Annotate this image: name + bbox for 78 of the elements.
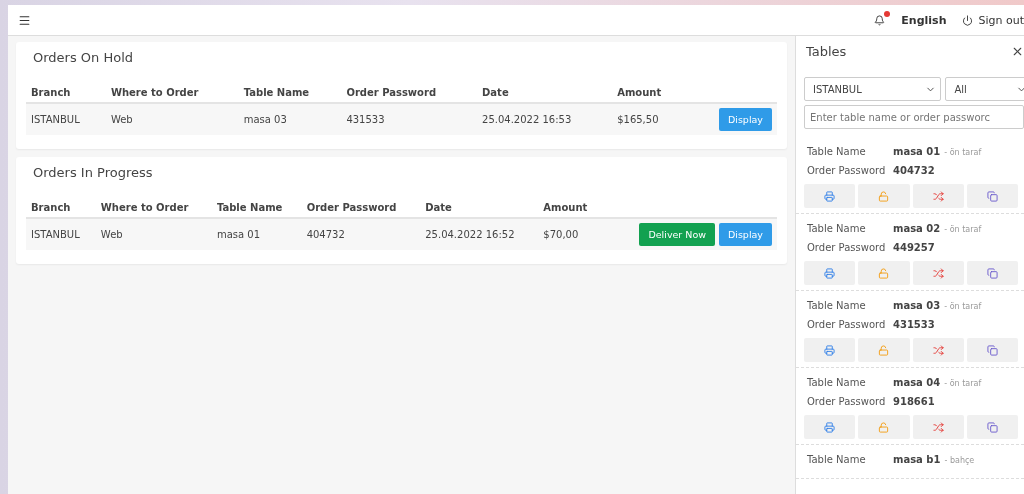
power-icon	[962, 14, 974, 26]
table-name: masa 02	[893, 223, 941, 234]
field-label: Table Name	[807, 223, 867, 234]
search-field[interactable]: Enter table name or order passworc	[804, 105, 1024, 129]
field-label: Order Password	[807, 319, 887, 330]
table-cell: 404732	[301, 218, 421, 250]
unlock-button[interactable]	[858, 415, 910, 439]
field-label: Table Name	[807, 300, 867, 311]
unlock-icon	[878, 267, 890, 279]
table-name: masa 01	[893, 146, 941, 157]
close-icon[interactable]	[1011, 45, 1024, 58]
unlock-icon	[878, 421, 890, 433]
table-cell: masa 03	[238, 103, 342, 135]
shuffle-button[interactable]	[912, 338, 964, 362]
shuffle-button[interactable]	[912, 184, 964, 208]
menu-icon[interactable]	[18, 13, 31, 27]
table-cell: $165,50	[612, 103, 686, 135]
area-label: - bahçe	[944, 456, 975, 465]
table-cell: ISTANBUL	[26, 103, 106, 135]
copy-button[interactable]	[966, 261, 1018, 285]
field-label: Order Password	[807, 165, 887, 176]
status-select[interactable]: All	[945, 77, 1024, 101]
area-label: - ön taraf	[944, 225, 982, 234]
unlock-button[interactable]	[858, 184, 910, 208]
printer-icon	[824, 190, 836, 202]
shuffle-button[interactable]	[912, 415, 964, 439]
field-label: Order Password	[807, 396, 887, 407]
shuffle-icon	[932, 421, 944, 433]
sign-out-link[interactable]: Sign out	[962, 13, 1024, 27]
order-password: 404732	[893, 165, 935, 176]
sidebar-title: Tables	[806, 44, 847, 59]
copy-icon	[986, 344, 998, 356]
table-cell: 25.04.2022 16:53	[477, 103, 613, 135]
table-cell: 25.04.2022 16:52	[420, 218, 539, 250]
printer-icon	[824, 421, 836, 433]
table-name: masa b1	[893, 454, 941, 465]
table-cell: $70,00	[538, 218, 603, 250]
order-password: 918661	[893, 396, 935, 407]
area-label: - ön taraf	[944, 302, 982, 311]
shuffle-icon	[932, 190, 944, 202]
unlock-icon	[878, 190, 890, 202]
order-password: 449257	[893, 242, 935, 253]
copy-icon	[986, 190, 998, 202]
print-button[interactable]	[804, 184, 856, 208]
card-title: Orders In Progress	[33, 165, 154, 180]
table-cell: 431533	[341, 103, 478, 135]
print-button[interactable]	[804, 261, 856, 285]
shuffle-icon	[932, 267, 944, 279]
language-selector[interactable]: English	[901, 13, 947, 27]
copy-icon	[986, 267, 998, 279]
copy-button[interactable]	[966, 184, 1018, 208]
area-label: - ön taraf	[944, 148, 982, 157]
field-label: Table Name	[807, 454, 867, 465]
order-password: 431533	[893, 319, 935, 330]
unlock-button[interactable]	[858, 261, 910, 285]
field-label: Table Name	[807, 377, 867, 388]
table-name: masa 04	[893, 377, 941, 388]
field-label: Order Password	[807, 242, 887, 253]
unlock-icon	[878, 344, 890, 356]
table-cell: Web	[105, 103, 239, 135]
area-label: - ön taraf	[944, 379, 982, 388]
printer-icon	[824, 344, 836, 356]
table-cell: Web	[95, 218, 212, 250]
printer-icon	[824, 267, 836, 279]
field-label: Table Name	[807, 146, 867, 157]
table-name: masa 03	[893, 300, 941, 311]
unlock-button[interactable]	[858, 338, 910, 362]
table-cell: ISTANBUL	[26, 218, 96, 250]
shuffle-button[interactable]	[912, 261, 964, 285]
print-button[interactable]	[804, 338, 856, 362]
copy-button[interactable]	[966, 338, 1018, 362]
copy-icon	[986, 421, 998, 433]
shuffle-icon	[932, 344, 944, 356]
copy-button[interactable]	[966, 415, 1018, 439]
table-cell: masa 01	[211, 218, 302, 250]
print-button[interactable]	[804, 415, 856, 439]
card-title: Orders On Hold	[33, 50, 135, 65]
branch-select[interactable]: ISTANBUL	[804, 77, 942, 101]
